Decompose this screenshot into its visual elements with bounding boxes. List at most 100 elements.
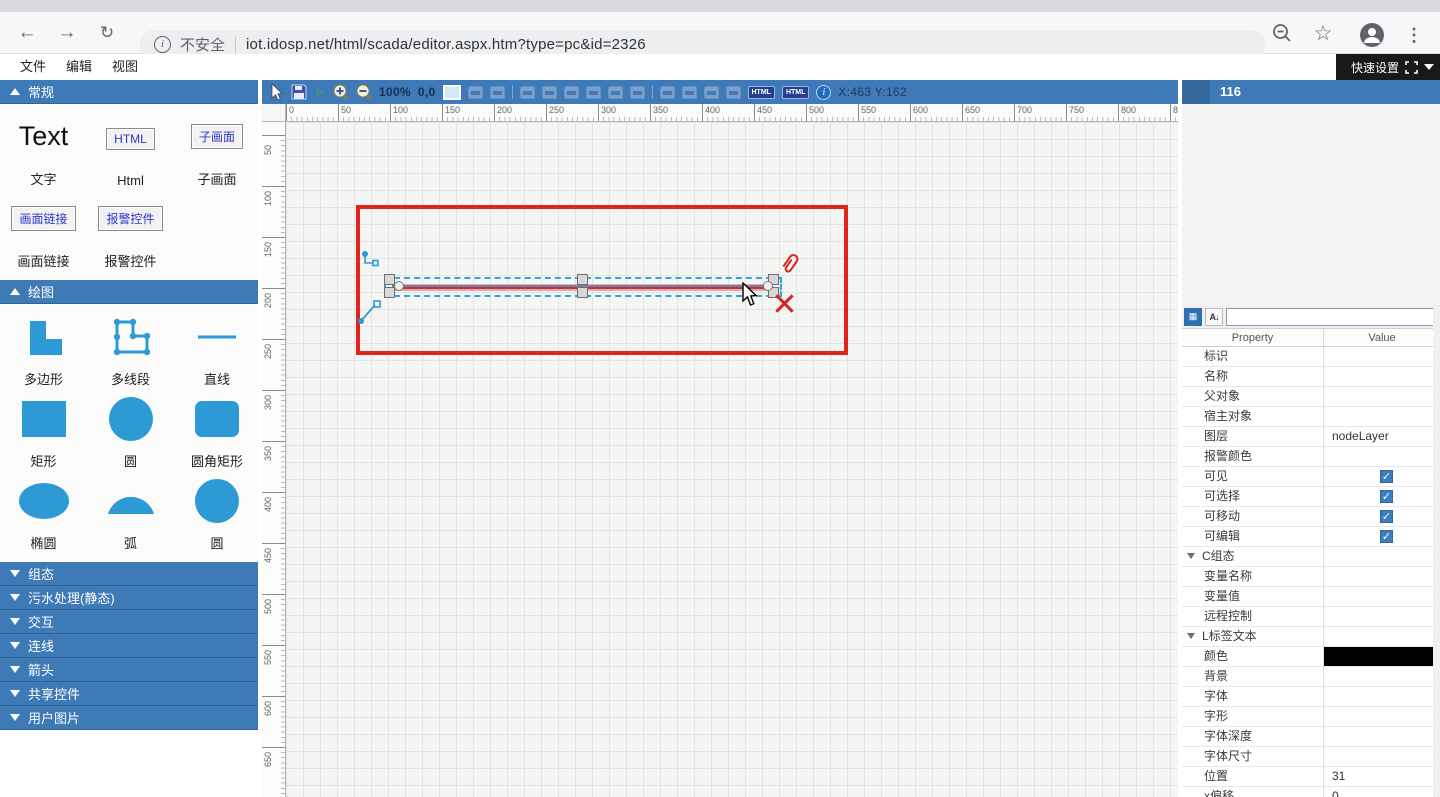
property-row-背景[interactable]: 背景 bbox=[1182, 667, 1440, 687]
property-row-C组态[interactable]: C组态 bbox=[1182, 547, 1440, 567]
property-panel-scrollbar[interactable] bbox=[1433, 305, 1440, 797]
shape-tool-circle[interactable]: 圆 bbox=[174, 474, 260, 556]
property-value[interactable] bbox=[1324, 667, 1440, 686]
page-info-icon[interactable]: i bbox=[154, 36, 171, 53]
tool-alarm-control-tool[interactable]: 报警控件报警控件 bbox=[87, 192, 174, 274]
property-value[interactable] bbox=[1324, 347, 1440, 366]
zoom-in-button[interactable] bbox=[333, 84, 349, 101]
property-value[interactable] bbox=[1324, 407, 1440, 426]
property-row-可选择[interactable]: 可选择✓ bbox=[1182, 487, 1440, 507]
shape-tool-rect[interactable]: 矩形 bbox=[0, 392, 87, 474]
property-value[interactable] bbox=[1324, 747, 1440, 766]
property-value[interactable] bbox=[1324, 727, 1440, 746]
property-row-可见[interactable]: 可见✓ bbox=[1182, 467, 1440, 487]
property-value[interactable] bbox=[1324, 587, 1440, 606]
property-row-x偏移[interactable]: x偏移0 bbox=[1182, 787, 1440, 797]
html-preview-button[interactable]: HTML bbox=[782, 86, 809, 99]
property-row-标识[interactable]: 标识 bbox=[1182, 347, 1440, 367]
shape-tool-line[interactable]: 直线 bbox=[174, 310, 260, 392]
html-source-button[interactable]: HTML bbox=[748, 86, 775, 99]
property-row-字体深度[interactable]: 字体深度 bbox=[1182, 727, 1440, 747]
property-row-可编辑[interactable]: 可编辑✓ bbox=[1182, 527, 1440, 547]
browser-forward-button[interactable]: → bbox=[52, 18, 82, 48]
run-button[interactable] bbox=[314, 84, 326, 101]
sidebar-section-共享控件[interactable]: 共享控件 bbox=[0, 682, 258, 706]
attach-paperclip-icon[interactable] bbox=[778, 250, 802, 278]
property-row-报警颜色[interactable]: 报警颜色 bbox=[1182, 447, 1440, 467]
property-value[interactable]: ✓ bbox=[1324, 467, 1440, 486]
info-button[interactable]: i bbox=[816, 85, 831, 100]
checkbox-checked-icon[interactable]: ✓ bbox=[1380, 530, 1393, 543]
sidebar-section-交互[interactable]: 交互 bbox=[0, 610, 258, 634]
property-row-颜色[interactable]: 颜色 bbox=[1182, 647, 1440, 667]
sidebar-section-常规[interactable]: 常规 bbox=[0, 80, 258, 104]
checkbox-checked-icon[interactable]: ✓ bbox=[1380, 470, 1393, 483]
property-value[interactable]: 31 bbox=[1324, 767, 1440, 786]
sidebar-section-用户图片[interactable]: 用户图片 bbox=[0, 706, 258, 730]
property-value[interactable] bbox=[1324, 607, 1440, 626]
browser-menu-icon[interactable]: ⋮ bbox=[1402, 22, 1426, 48]
property-row-宿主对象[interactable]: 宿主对象 bbox=[1182, 407, 1440, 427]
property-value[interactable] bbox=[1324, 547, 1440, 566]
resize-handle[interactable] bbox=[577, 274, 588, 285]
quick-settings-caret-icon[interactable] bbox=[1424, 64, 1434, 70]
property-value[interactable] bbox=[1324, 567, 1440, 586]
property-row-名称[interactable]: 名称 bbox=[1182, 367, 1440, 387]
group-collapse-icon[interactable] bbox=[1187, 553, 1195, 559]
color-swatch[interactable] bbox=[1324, 647, 1440, 666]
property-value[interactable]: ✓ bbox=[1324, 487, 1440, 506]
resize-handle[interactable] bbox=[577, 287, 588, 298]
property-value[interactable] bbox=[1324, 707, 1440, 726]
zoom-page-icon[interactable] bbox=[1270, 22, 1294, 48]
property-row-位置[interactable]: 位置31 bbox=[1182, 767, 1440, 787]
property-value[interactable] bbox=[1324, 627, 1440, 646]
browser-reload-button[interactable]: ↻ bbox=[92, 18, 122, 48]
sidebar-section-连线[interactable]: 连线 bbox=[0, 634, 258, 658]
rotate-handle-icon[interactable] bbox=[356, 298, 384, 326]
resize-handle[interactable] bbox=[384, 287, 395, 298]
property-value[interactable]: nodeLayer bbox=[1324, 427, 1440, 446]
categorized-view-button[interactable]: ▦ bbox=[1184, 308, 1202, 326]
sidebar-section-污水处理(静态)[interactable]: 污水处理(静态) bbox=[0, 586, 258, 610]
delete-x-icon[interactable] bbox=[774, 293, 795, 314]
property-row-可移动[interactable]: 可移动✓ bbox=[1182, 507, 1440, 527]
sidebar-section-绘图[interactable]: 绘图 bbox=[0, 280, 258, 304]
property-value[interactable]: ✓ bbox=[1324, 527, 1440, 546]
property-filter-input[interactable] bbox=[1226, 308, 1438, 326]
property-value[interactable]: 0 bbox=[1324, 787, 1440, 797]
zoom-out-button[interactable] bbox=[356, 84, 372, 101]
property-value[interactable] bbox=[1324, 387, 1440, 406]
property-row-字形[interactable]: 字形 bbox=[1182, 707, 1440, 727]
menu-item-2[interactable]: 视图 bbox=[112, 54, 138, 80]
shape-tool-arc[interactable]: 弧 bbox=[87, 474, 174, 556]
property-value[interactable] bbox=[1324, 367, 1440, 386]
shape-tool-ellipse[interactable]: 椭圆 bbox=[0, 474, 87, 556]
select-tool-button[interactable] bbox=[270, 84, 284, 101]
alphabetical-sort-button[interactable]: A↓ bbox=[1205, 308, 1223, 326]
shape-tool-rounded-rect[interactable]: 圆角矩形 bbox=[174, 392, 260, 474]
tool-text-tool[interactable]: Text文字 bbox=[0, 110, 87, 192]
property-row-L标签文本[interactable]: L标签文本 bbox=[1182, 627, 1440, 647]
property-row-变量名称[interactable]: 变量名称 bbox=[1182, 567, 1440, 587]
bookmark-star-icon[interactable]: ☆ bbox=[1310, 22, 1336, 48]
design-canvas[interactable] bbox=[286, 122, 1178, 797]
group-collapse-icon[interactable] bbox=[1187, 633, 1195, 639]
line-endpoint-handle[interactable] bbox=[763, 281, 773, 291]
line-endpoint-handle[interactable] bbox=[394, 281, 404, 291]
property-row-图层[interactable]: 图层nodeLayer bbox=[1182, 427, 1440, 447]
property-row-父对象[interactable]: 父对象 bbox=[1182, 387, 1440, 407]
shape-tool-polygon[interactable]: 多边形 bbox=[0, 310, 87, 392]
property-row-远程控制[interactable]: 远程控制 bbox=[1182, 607, 1440, 627]
property-row-变量值[interactable]: 变量值 bbox=[1182, 587, 1440, 607]
dock-layout-icon[interactable] bbox=[1405, 61, 1418, 74]
browser-back-button[interactable]: ← bbox=[12, 18, 42, 48]
tool-html-tool[interactable]: HTMLHtml bbox=[87, 110, 174, 192]
profile-avatar[interactable] bbox=[1358, 22, 1386, 48]
property-value[interactable] bbox=[1324, 447, 1440, 466]
quick-settings-button[interactable]: 快速设置 bbox=[1336, 54, 1440, 80]
tool-screen-link-tool[interactable]: 画面链接画面链接 bbox=[0, 192, 87, 274]
property-row-字体[interactable]: 字体 bbox=[1182, 687, 1440, 707]
checkbox-checked-icon[interactable]: ✓ bbox=[1380, 510, 1393, 523]
connector-anchor-icon[interactable] bbox=[360, 250, 384, 274]
property-value[interactable] bbox=[1324, 647, 1440, 666]
